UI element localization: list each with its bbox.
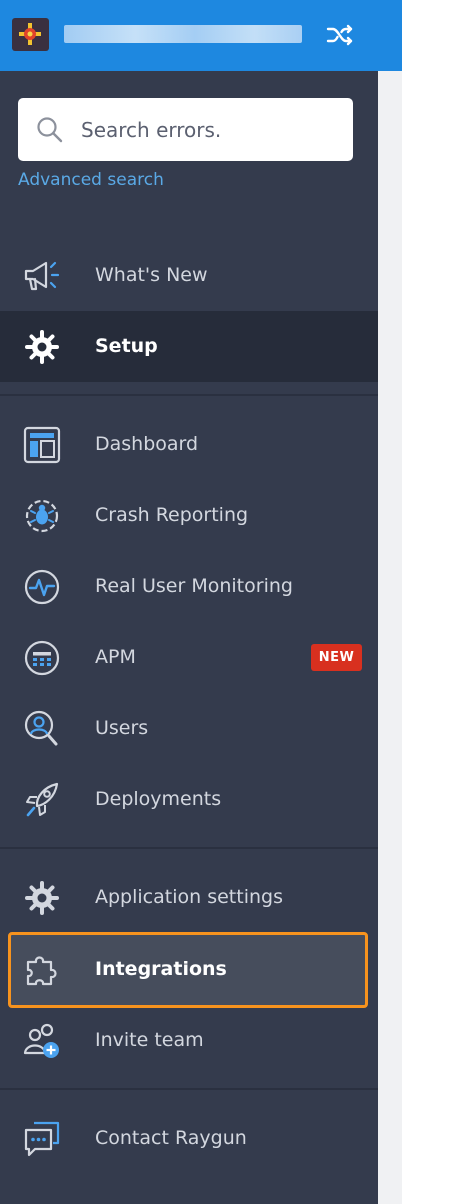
nav-label: Dashboard xyxy=(95,433,199,455)
nav-invite-team[interactable]: Invite team xyxy=(0,1005,378,1076)
nav-label: What's New xyxy=(95,264,208,286)
dashboard-icon xyxy=(23,426,61,464)
puzzle-icon xyxy=(26,956,57,986)
search-icon xyxy=(37,117,63,143)
nav-divider xyxy=(0,1088,378,1090)
advanced-search-link[interactable]: Advanced search xyxy=(18,170,164,190)
shuffle-icon xyxy=(326,24,353,46)
rocket-icon xyxy=(26,782,59,817)
nav-label: Deployments xyxy=(95,788,222,810)
nav-dashboard[interactable]: Dashboard xyxy=(0,409,378,480)
new-badge: NEW xyxy=(311,644,362,671)
nav-label: Integrations xyxy=(95,958,227,980)
nav-divider xyxy=(0,847,378,849)
pulse-icon xyxy=(24,569,60,605)
nav-label: Real User Monitoring xyxy=(95,575,293,597)
nav-integrations[interactable]: Integrations xyxy=(0,934,378,1005)
nav-deployments[interactable]: Deployments xyxy=(0,764,378,835)
nav-contact-raygun[interactable]: Contact Raygun xyxy=(0,1103,378,1174)
nav-label: Setup xyxy=(95,335,158,357)
top-bar xyxy=(0,0,402,71)
nav-real-user-monitoring[interactable]: Real User Monitoring xyxy=(0,551,378,622)
content-gutter xyxy=(378,71,402,1204)
invite-user-icon xyxy=(23,1023,59,1058)
apm-icon xyxy=(24,640,60,676)
nav-label: Invite team xyxy=(95,1029,204,1051)
nav-whats-new[interactable]: What's New xyxy=(0,240,378,311)
nav-label: Users xyxy=(95,717,149,739)
nav-application-settings[interactable]: Application settings xyxy=(0,862,378,933)
switch-app-button[interactable] xyxy=(322,18,358,52)
app-name[interactable] xyxy=(64,25,302,43)
gear-icon xyxy=(25,330,59,364)
megaphone-icon xyxy=(24,261,60,291)
nav-label: Application settings xyxy=(95,886,283,908)
nav-divider xyxy=(0,394,378,396)
chat-icon xyxy=(24,1121,60,1157)
nav-users[interactable]: Users xyxy=(0,693,378,764)
raygun-app-icon xyxy=(19,23,41,45)
nav-crash-reporting[interactable]: Crash Reporting xyxy=(0,480,378,551)
search-input[interactable] xyxy=(81,98,341,161)
crash-reporting-icon xyxy=(25,499,59,533)
nav-label: Contact Raygun xyxy=(95,1127,247,1149)
app-icon[interactable] xyxy=(12,18,49,51)
user-search-icon xyxy=(24,710,58,746)
search-box[interactable] xyxy=(18,98,353,161)
nav-setup[interactable]: Setup xyxy=(0,311,378,382)
gear-icon xyxy=(25,881,59,915)
nav-label: Crash Reporting xyxy=(95,504,249,526)
nav-label: APM xyxy=(95,646,136,668)
